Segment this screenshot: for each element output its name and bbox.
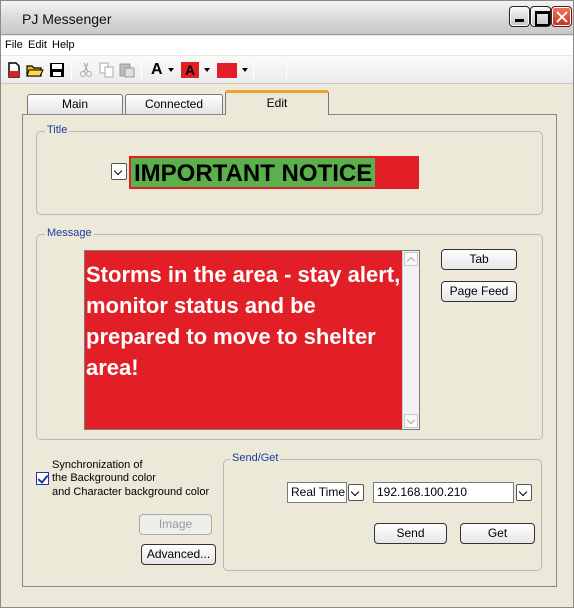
toolbar: A A bbox=[1, 56, 573, 84]
sync-label-line3: and Character background color bbox=[52, 486, 210, 498]
mode-dropdown-icon[interactable] bbox=[348, 484, 364, 501]
toolbar-separator bbox=[286, 60, 287, 80]
page-feed-button[interactable]: Page Feed bbox=[441, 281, 517, 302]
title-style-dropdown[interactable] bbox=[111, 163, 127, 180]
tab-button[interactable]: Tab bbox=[441, 249, 517, 270]
open-icon[interactable] bbox=[26, 62, 44, 78]
image-button[interactable]: Image bbox=[139, 514, 212, 535]
save-icon[interactable] bbox=[49, 62, 65, 78]
sync-checkbox[interactable] bbox=[36, 472, 49, 485]
menu-file[interactable]: File bbox=[5, 39, 23, 51]
background-color-icon[interactable] bbox=[217, 63, 237, 78]
menu-help[interactable]: Help bbox=[52, 39, 75, 51]
menu-bar: File Edit Help bbox=[1, 36, 573, 55]
maximize-button[interactable] bbox=[530, 6, 551, 27]
address-select[interactable]: 192.168.100.210 bbox=[373, 482, 514, 503]
menu-edit[interactable]: Edit bbox=[28, 39, 47, 51]
window-title: PJ Messenger bbox=[22, 11, 112, 27]
mode-select[interactable]: Real Time bbox=[287, 482, 347, 503]
cut-icon[interactable] bbox=[79, 62, 93, 78]
close-button[interactable] bbox=[551, 6, 572, 27]
sync-label-line1: Synchronization of bbox=[52, 459, 143, 471]
message-scrollbar[interactable] bbox=[402, 251, 419, 429]
title-text-field[interactable]: IMPORTANT NOTICE bbox=[131, 158, 376, 187]
send-button[interactable]: Send bbox=[374, 523, 447, 544]
title-legend: Title bbox=[45, 124, 70, 136]
toolbar-separator bbox=[253, 60, 254, 80]
scroll-down-icon[interactable] bbox=[404, 414, 418, 428]
new-icon[interactable] bbox=[6, 62, 22, 78]
send-get-legend: Send/Get bbox=[230, 452, 281, 464]
app-window: PJ Messenger File Edit Help A A Main Con… bbox=[0, 0, 574, 608]
tab-connected[interactable]: Connected bbox=[125, 94, 223, 114]
tab-main[interactable]: Main bbox=[27, 94, 123, 114]
paste-icon[interactable] bbox=[119, 62, 135, 78]
tab-edit[interactable]: Edit bbox=[225, 90, 329, 115]
message-text: Storms in the area - stay alert, monitor… bbox=[86, 262, 401, 380]
send-get-group: Send/Get bbox=[223, 452, 542, 571]
font-color-icon[interactable]: A bbox=[151, 62, 163, 78]
advanced-button[interactable]: Advanced... bbox=[141, 544, 216, 565]
font-color-dropdown-icon[interactable] bbox=[168, 68, 174, 72]
address-dropdown-icon[interactable] bbox=[516, 484, 532, 501]
toolbar-separator bbox=[141, 60, 142, 80]
scroll-up-icon[interactable] bbox=[404, 252, 418, 266]
copy-icon[interactable] bbox=[99, 62, 115, 78]
sync-label-line2: the Background color bbox=[52, 472, 156, 484]
toolbar-separator bbox=[71, 60, 72, 80]
minimize-button[interactable] bbox=[509, 6, 530, 27]
background-color-dropdown-icon[interactable] bbox=[242, 68, 248, 72]
message-legend: Message bbox=[45, 227, 94, 239]
get-button[interactable]: Get bbox=[460, 523, 535, 544]
message-text-area[interactable]: Storms in the area - stay alert, monitor… bbox=[84, 250, 420, 430]
char-background-dropdown-icon[interactable] bbox=[204, 68, 210, 72]
title-bar[interactable]: PJ Messenger bbox=[1, 1, 573, 35]
char-background-icon[interactable]: A bbox=[181, 62, 199, 78]
